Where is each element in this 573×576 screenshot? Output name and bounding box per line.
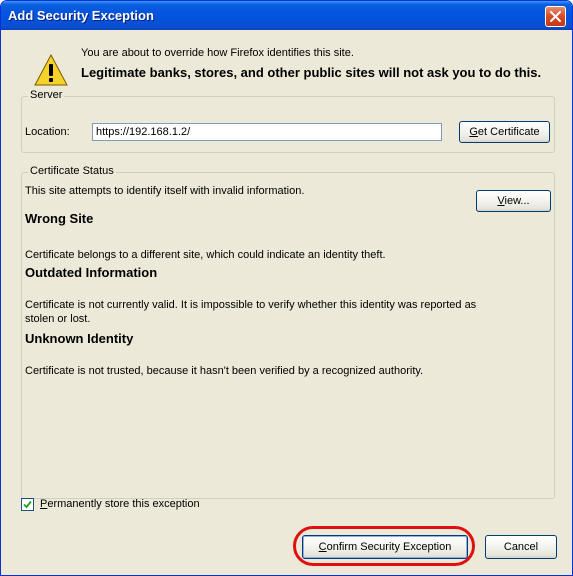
dialog-window: Add Security Exception You are about to … <box>0 0 573 576</box>
checkmark-icon <box>23 500 32 509</box>
server-legend: Server <box>28 89 65 101</box>
location-input[interactable] <box>92 123 442 141</box>
outdated-text-line1: Certificate is not currently valid. It i… <box>25 299 477 311</box>
location-label: Location: <box>25 126 70 138</box>
view-button[interactable]: View... <box>476 190 551 212</box>
confirm-security-exception-button[interactable]: Confirm Security Exception <box>302 535 468 559</box>
title-bar[interactable]: Add Security Exception <box>1 1 572 30</box>
dialog-content: You are about to override how Firefox id… <box>4 30 569 572</box>
cancel-button[interactable]: Cancel <box>485 535 557 559</box>
unknown-identity-heading: Unknown Identity <box>25 331 134 346</box>
view-accel: V <box>497 195 505 207</box>
certificate-status-group: Certificate Status This site attempts to… <box>21 165 555 499</box>
wrong-site-heading: Wrong Site <box>25 211 94 226</box>
get-certificate-button[interactable]: Get Certificate <box>459 121 550 143</box>
get-certificate-label: et Certificate <box>477 126 540 138</box>
permanent-store-checkbox[interactable] <box>21 498 34 511</box>
wrong-site-text: Certificate belongs to a different site,… <box>25 249 386 261</box>
outdated-text-line2: stolen or lost. <box>25 313 91 325</box>
certificate-status-legend: Certificate Status <box>28 165 116 177</box>
server-group: Server Location: Get Certificate <box>21 89 555 153</box>
close-button[interactable] <box>545 6 566 27</box>
intro-text: You are about to override how Firefox id… <box>81 47 354 59</box>
window-title: Add Security Exception <box>8 8 154 23</box>
permanent-store-label: Permanently store this exception <box>40 498 200 510</box>
status-summary: This site attempts to identify itself wi… <box>25 185 305 197</box>
intro-warning: Legitimate banks, stores, and other publ… <box>81 65 542 80</box>
get-certificate-accel: G <box>469 126 478 138</box>
close-icon <box>550 11 561 22</box>
view-label: iew... <box>504 195 530 207</box>
confirm-label: onfirm Security Exception <box>326 541 452 553</box>
outdated-heading: Outdated Information <box>25 265 158 280</box>
unknown-identity-text: Certificate is not trusted, because it h… <box>25 365 424 377</box>
permanent-store-label-text: ermanently store this exception <box>47 498 200 510</box>
confirm-accel: C <box>318 541 327 553</box>
warning-icon <box>34 54 68 86</box>
